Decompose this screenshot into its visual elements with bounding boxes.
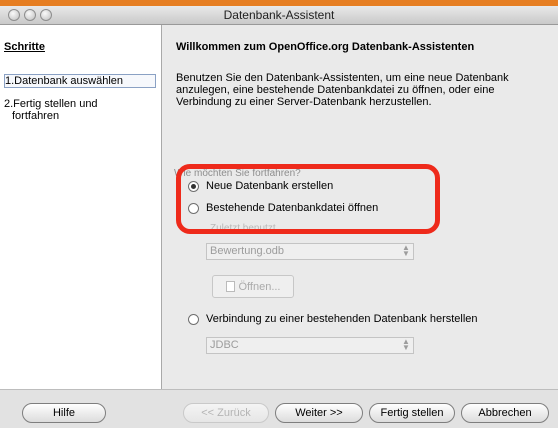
option-connect-existing[interactable]: Verbindung zu einer bestehenden Datenban… <box>188 312 478 326</box>
window-title: Datenbank-Assistent <box>223 8 335 22</box>
highlight-annotation <box>176 164 440 234</box>
finish-button[interactable]: Fertig stellen <box>369 403 455 423</box>
open-file-icon <box>225 281 235 292</box>
connection-type-select[interactable]: JDBC ▲ ▼ <box>206 337 414 354</box>
steps-sidebar: Schritte 1.Datenbank auswählen 2.Fertig … <box>0 25 162 389</box>
intro-line: Verbindung zu einer Server-Datenbank her… <box>176 96 432 108</box>
stepper-arrows-icon: ▲ ▼ <box>402 243 410 258</box>
radio-icon[interactable] <box>188 313 199 325</box>
step-finish-continued[interactable]: fortfahren <box>12 110 162 122</box>
option-label: Verbindung zu einer bestehenden Datenban… <box>206 313 478 325</box>
steps-heading: Schritte <box>4 41 45 53</box>
back-button[interactable]: << Zurück <box>183 403 269 423</box>
intro-line: anzulegen, eine bestehende Datenbankdate… <box>176 84 495 96</box>
cancel-button[interactable]: Abbrechen <box>461 403 549 423</box>
intro-text: Benutzen Sie den Datenbank-Assistenten, … <box>176 72 548 108</box>
help-button[interactable]: Hilfe <box>22 403 106 423</box>
stepper-arrows-icon: ▲ ▼ <box>402 337 410 352</box>
open-button[interactable]: Öffnen... <box>212 275 294 298</box>
title-bar: Datenbank-Assistent <box>0 6 558 25</box>
connection-type-value: JDBC <box>210 339 239 351</box>
page-title: Willkommen zum OpenOffice.org Datenbank-… <box>176 41 475 53</box>
next-button[interactable]: Weiter >> <box>275 403 363 423</box>
step-select-database[interactable]: 1.Datenbank auswählen <box>4 74 156 88</box>
open-button-label: Öffnen... <box>238 280 281 293</box>
recent-files-select[interactable]: Bewertung.odb ▲ ▼ <box>206 243 414 260</box>
button-bar: Hilfe << Zurück Weiter >> Fertig stellen… <box>0 389 558 428</box>
recent-files-value: Bewertung.odb <box>210 245 284 257</box>
step-finish[interactable]: 2.Fertig stellen und <box>4 98 154 110</box>
intro-line: Benutzen Sie den Datenbank-Assistenten, … <box>176 72 509 84</box>
